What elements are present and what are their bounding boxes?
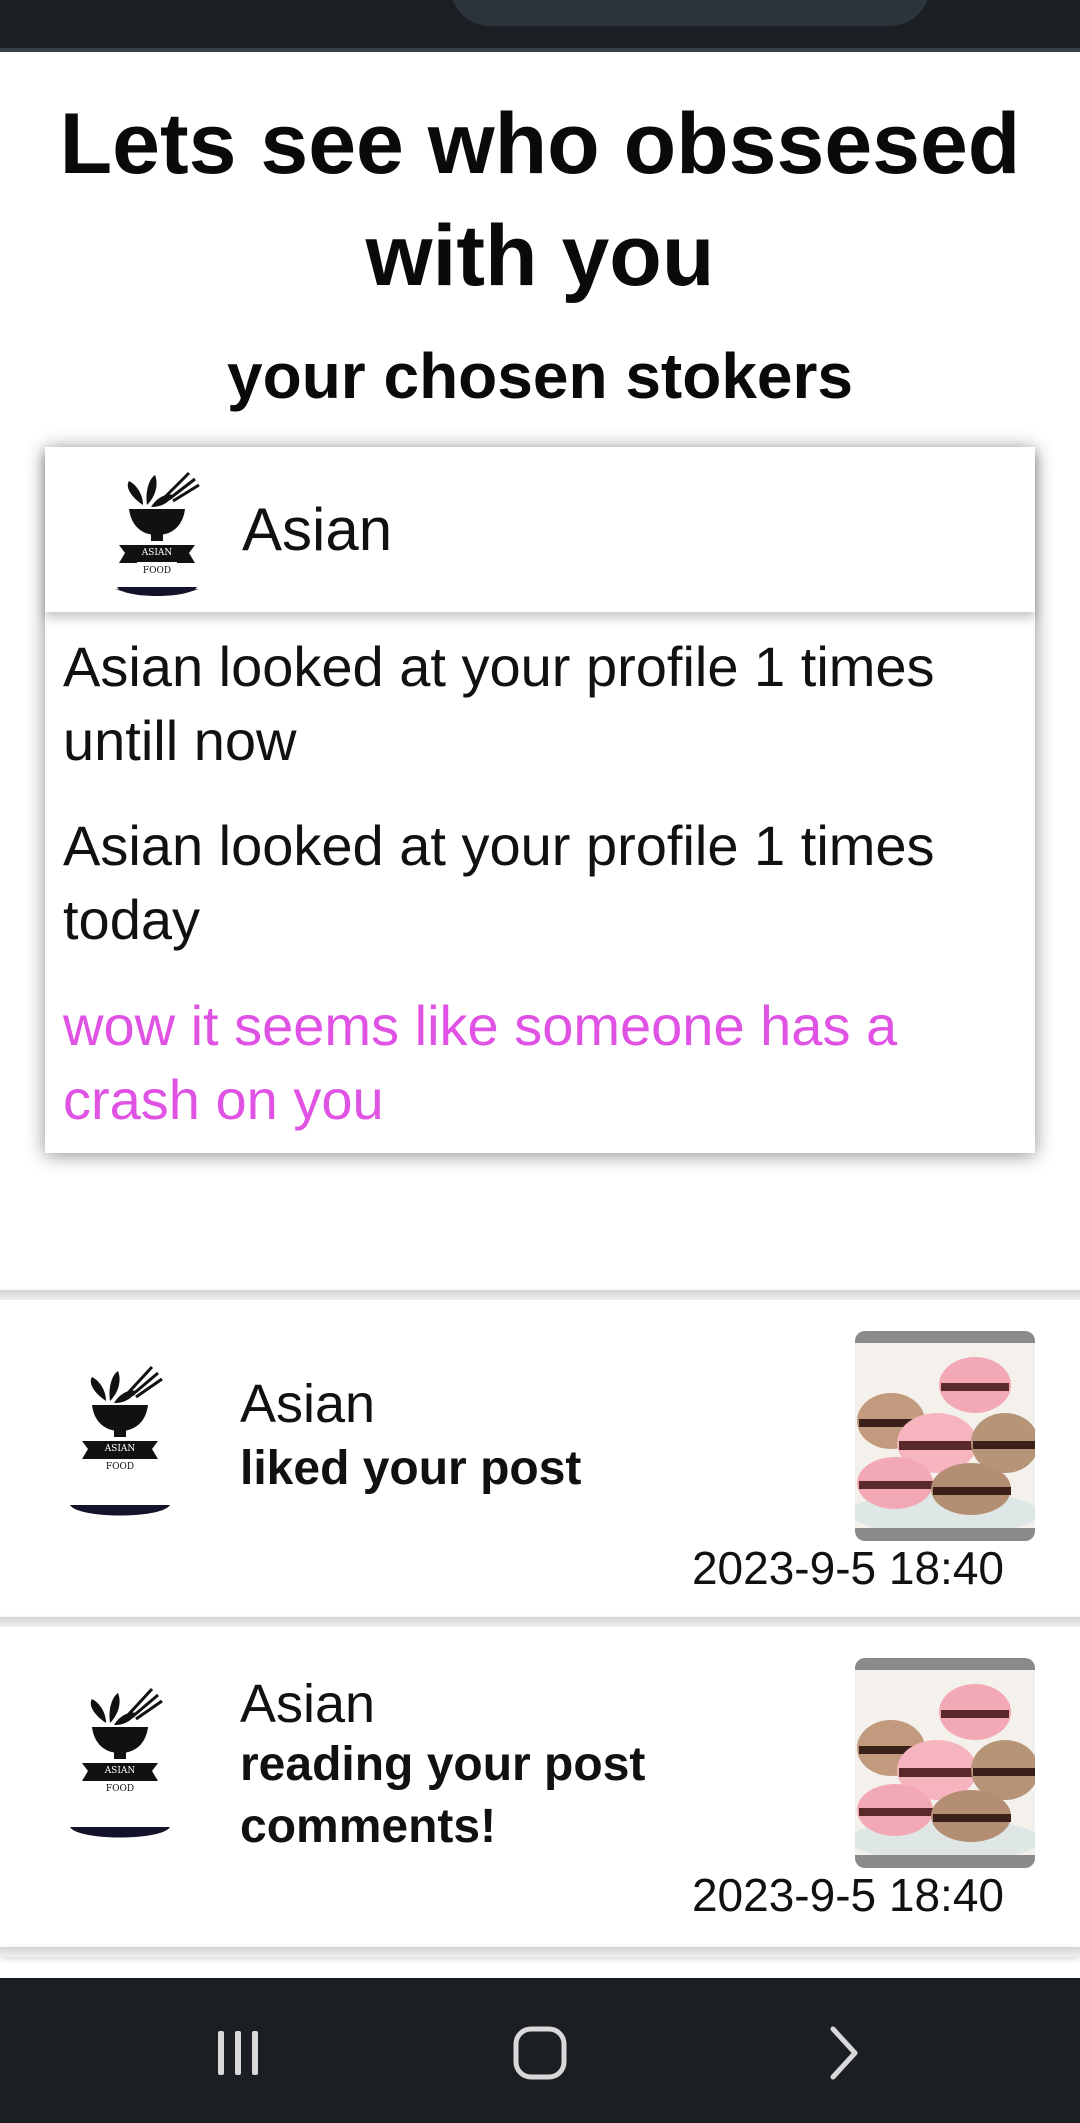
feed-user-name: Asian bbox=[240, 1674, 376, 1734]
feed-divider bbox=[0, 1617, 1080, 1627]
home-icon[interactable] bbox=[480, 2008, 600, 2098]
camera-notch bbox=[450, 0, 930, 26]
stalker-name: Asian bbox=[242, 496, 393, 563]
total-views-text: Asian looked at your profile 1 times unt… bbox=[63, 635, 935, 772]
feed-item[interactable]: ASIAN FOOD Asian reading your post comme… bbox=[0, 1627, 1080, 1947]
page-subtitle: your chosen stokers bbox=[227, 340, 853, 412]
status-bar bbox=[0, 0, 1080, 52]
logo-text-asian: ASIAN bbox=[141, 548, 173, 558]
navigation-bar bbox=[0, 1978, 1080, 2123]
feed-divider bbox=[0, 1290, 1080, 1300]
logo-text-asian: ASIAN bbox=[104, 1766, 136, 1776]
logo-text-food: FOOD bbox=[106, 1784, 134, 1794]
macarons-image[interactable] bbox=[855, 1331, 1035, 1541]
stalker-card[interactable]: ASIAN FOOD Asian Asian looked at your pr… bbox=[45, 447, 1035, 1153]
feed-timestamp: 2023-9-5 18:40 bbox=[691, 1542, 1004, 1594]
crush-message: wow it seems like someone has a crash on… bbox=[63, 994, 898, 1131]
recent-apps-icon[interactable] bbox=[178, 2008, 298, 2098]
logo-text-food: FOOD bbox=[106, 1462, 134, 1472]
feed-divider bbox=[0, 1947, 1080, 1957]
feed-action-text: liked your post bbox=[240, 1442, 582, 1495]
macarons-image[interactable] bbox=[855, 1658, 1035, 1868]
logo-text-food: FOOD bbox=[143, 566, 171, 576]
stalker-card-header: ASIAN FOOD Asian bbox=[45, 447, 1035, 612]
today-views-text: Asian looked at your profile 1 times tod… bbox=[63, 814, 935, 951]
feed-action-text: reading your post comments! bbox=[240, 1738, 646, 1853]
status-bar-divider bbox=[0, 48, 1080, 52]
feed-item[interactable]: ASIAN FOOD Asian liked your post 2023-9-… bbox=[0, 1300, 1080, 1620]
back-icon[interactable] bbox=[783, 2008, 903, 2098]
page-title: Lets see who obssesed with you bbox=[59, 96, 1021, 304]
asian-food-logo-icon: ASIAN FOOD bbox=[107, 467, 207, 599]
asian-food-logo-icon: ASIAN FOOD bbox=[70, 1355, 170, 1517]
feed-user-name: Asian bbox=[240, 1374, 376, 1434]
logo-text-asian: ASIAN bbox=[104, 1444, 136, 1454]
feed-timestamp: 2023-9-5 18:40 bbox=[691, 1869, 1004, 1921]
asian-food-logo-icon: ASIAN FOOD bbox=[70, 1677, 170, 1839]
